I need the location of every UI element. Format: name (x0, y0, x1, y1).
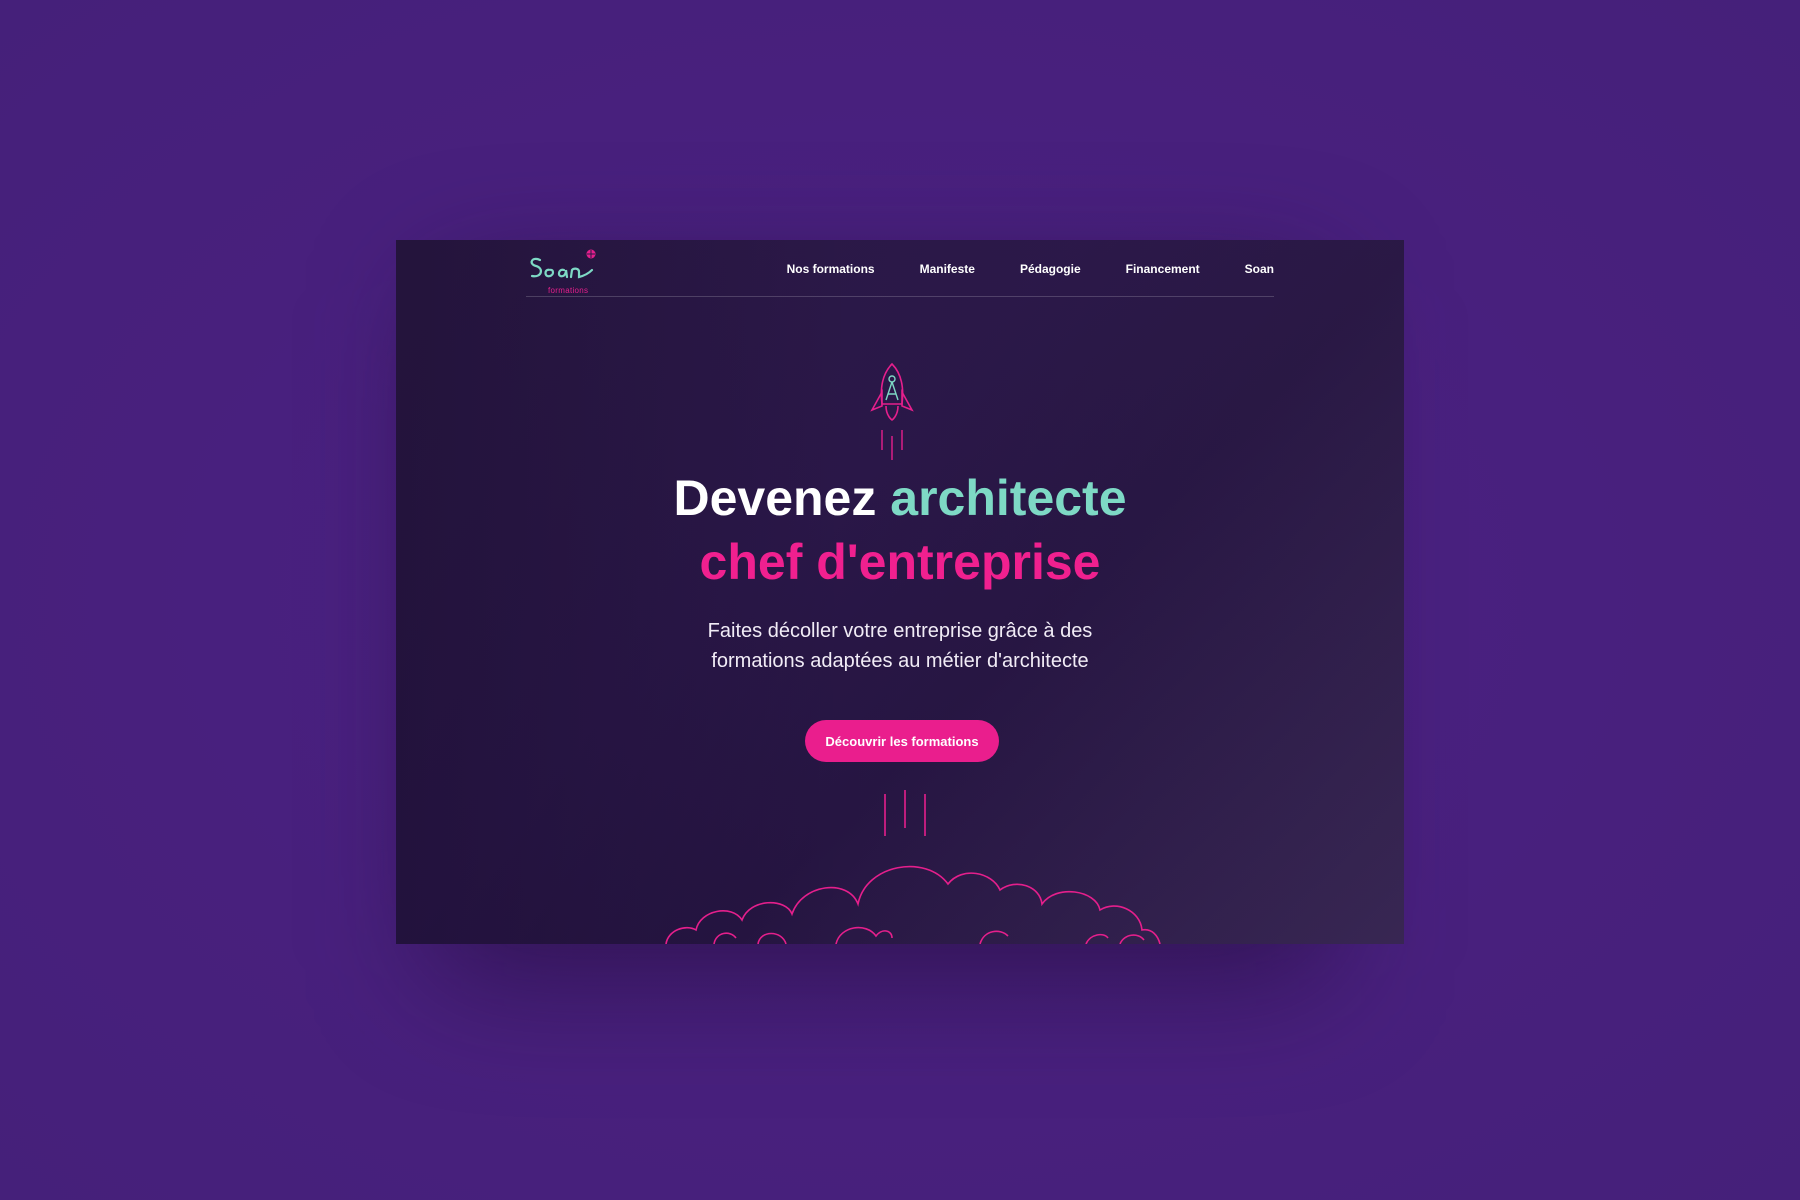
discover-formations-button[interactable]: Découvrir les formations (805, 720, 999, 762)
soan-logo[interactable]: formations (526, 246, 606, 295)
hero-subtitle: Faites décoller votre entreprise grâce à… (396, 616, 1404, 676)
hero-title-white: Devenez (673, 470, 877, 526)
hero-title: Devenez architecte chef d'entreprise (396, 466, 1404, 594)
hero-title-teal: architecte (890, 470, 1127, 526)
nav-item-manifeste[interactable]: Manifeste (920, 262, 975, 276)
logo-subtitle: formations (548, 286, 589, 295)
nav-item-pedagogie[interactable]: Pédagogie (1020, 262, 1081, 276)
nav-item-nos-formations[interactable]: Nos formations (787, 262, 875, 276)
nav-item-soan[interactable]: Soan (1245, 262, 1274, 276)
hero-subtitle-line-1: Faites décoller votre entreprise grâce à… (707, 620, 1093, 642)
main-nav: Nos formations Manifeste Pédagogie Finan… (787, 262, 1274, 276)
site-header: formations Nos formations Manifeste Péda… (526, 240, 1274, 297)
nav-item-financement[interactable]: Financement (1126, 262, 1200, 276)
website-screenshot: formations Nos formations Manifeste Péda… (396, 240, 1404, 944)
smoke-cloud-illustration (665, 790, 1161, 944)
hero-title-pink: chef d'entreprise (699, 534, 1101, 590)
rocket-compass-icon (870, 362, 914, 460)
hero-subtitle-line-2: formations adaptées au métier d'architec… (711, 650, 1089, 672)
